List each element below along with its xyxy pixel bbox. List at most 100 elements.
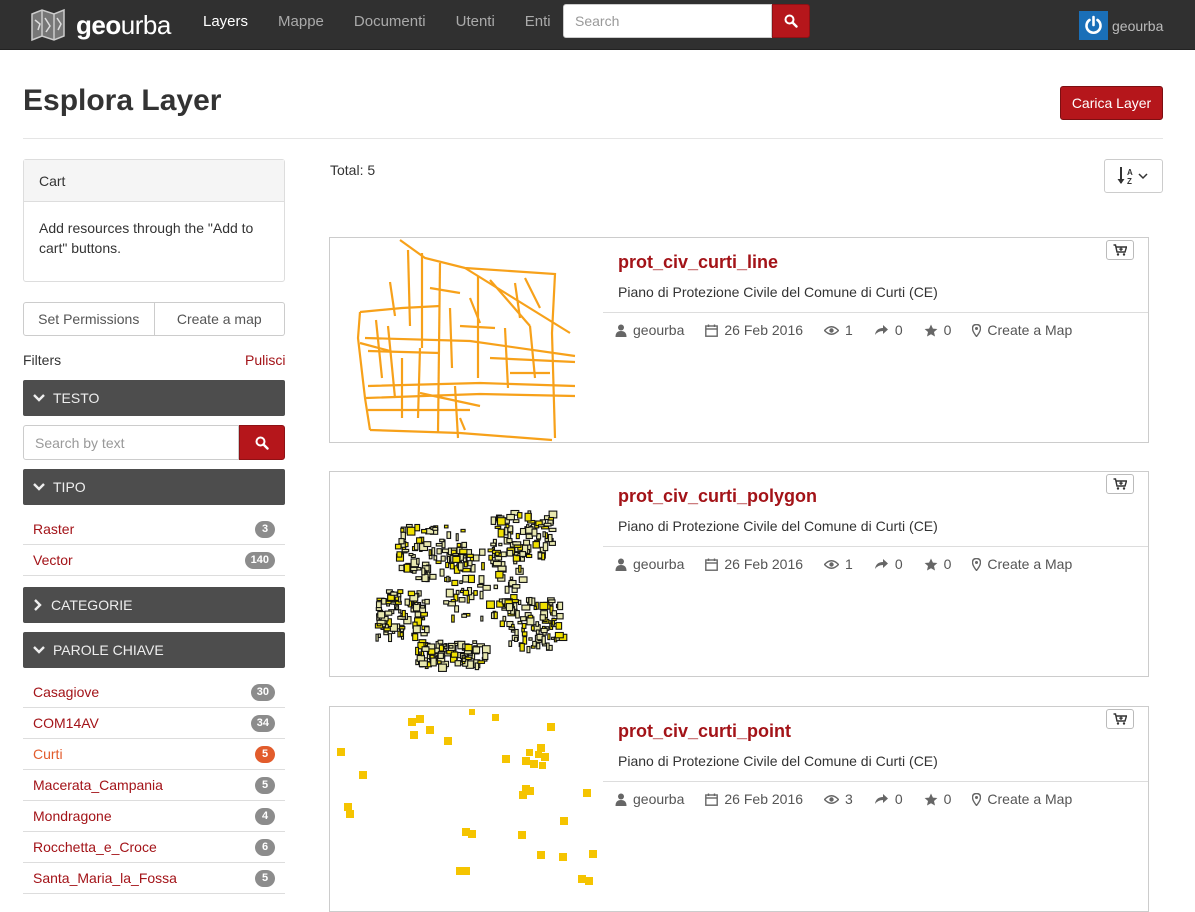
text-search — [23, 425, 285, 460]
facet-item-label: COM14AV — [33, 715, 99, 731]
point-map-thumbnail — [337, 709, 597, 885]
chevron-down-icon — [33, 646, 45, 654]
add-to-cart-button[interactable] — [1106, 474, 1134, 494]
facet-item-label: Mondragone — [33, 808, 112, 824]
layer-thumbnail[interactable] — [330, 707, 602, 911]
count-badge: 5 — [255, 776, 275, 794]
cart-plus-icon — [1113, 713, 1127, 725]
map-marker-icon — [972, 557, 982, 571]
svg-text:Z: Z — [1127, 177, 1132, 186]
chevron-right-icon — [34, 599, 42, 611]
brand-logo[interactable]: geourba — [30, 8, 171, 42]
keyword-item[interactable]: Casagiove 30 — [23, 677, 285, 708]
facet-item-label: Vector — [33, 552, 73, 568]
add-to-cart-button[interactable] — [1106, 240, 1134, 260]
layer-meta: geourba 26 Feb 2016 1 0 0 Create a Map — [615, 322, 1093, 338]
layer-meta: geourba 26 Feb 2016 1 0 0 Create a Map — [615, 556, 1093, 572]
cart-plus-icon — [1113, 244, 1127, 256]
facet-keywords-header[interactable]: PAROLE CHIAVE — [23, 632, 285, 668]
search-button[interactable] — [772, 4, 810, 38]
owner-link[interactable]: geourba — [633, 322, 684, 338]
owner-link[interactable]: geourba — [633, 556, 684, 572]
facet-item-label: Casagiove — [33, 684, 100, 700]
polygon-map-thumbnail — [374, 509, 568, 672]
chevron-down-icon — [33, 483, 45, 491]
brand-name-rest: urba — [120, 9, 172, 40]
divider — [603, 546, 1148, 547]
keyword-item[interactable]: COM14AV 34 — [23, 708, 285, 739]
layer-title-link[interactable]: prot_civ_curti_point — [618, 721, 791, 742]
count-badge: 5 — [255, 869, 275, 887]
calendar-icon — [705, 558, 719, 571]
nav-layers[interactable]: Layers — [188, 0, 263, 44]
facet-text-label: TESTO — [53, 390, 100, 406]
text-search-button[interactable] — [239, 425, 285, 460]
publish-date: 26 Feb 2016 — [724, 322, 804, 338]
facet-type-header[interactable]: TIPO — [23, 469, 285, 505]
view-count: 1 — [845, 556, 853, 572]
nav-enti[interactable]: Enti — [510, 0, 566, 44]
facet-categories-header[interactable]: CATEGORIE — [23, 587, 285, 623]
map-marker-icon — [972, 323, 982, 337]
svg-text:A: A — [1127, 168, 1133, 177]
bulk-actions: Set Permissions Create a map — [23, 302, 285, 336]
nav-documenti[interactable]: Documenti — [339, 0, 441, 44]
facet-item-label: Raster — [33, 521, 75, 537]
type-item-vector[interactable]: Vector 140 — [23, 545, 285, 576]
create-map-link[interactable]: Create a Map — [987, 791, 1072, 807]
owner-link[interactable]: geourba — [633, 791, 684, 807]
star-icon — [924, 324, 938, 336]
layer-thumbnail[interactable] — [330, 472, 602, 676]
results-total: Total: 5 — [330, 162, 376, 178]
layer-title-link[interactable]: prot_civ_curti_line — [618, 252, 778, 273]
type-list: Raster 3 Vector 140 — [23, 514, 285, 576]
keyword-item-active[interactable]: Curti 5 — [23, 739, 285, 770]
count-badge: 4 — [255, 807, 275, 825]
nav-utenti[interactable]: Utenti — [441, 0, 510, 44]
facet-categories-label: CATEGORIE — [51, 597, 133, 613]
chevron-down-icon — [33, 394, 45, 402]
page-title: Esplora Layer — [23, 84, 222, 117]
cart-panel: Cart Add resources through the "Add to c… — [23, 159, 285, 282]
keyword-list: Casagiove 30 COM14AV 34 Curti 5 Macerata… — [23, 677, 285, 894]
sort-button[interactable]: A Z — [1104, 159, 1163, 193]
keyword-item[interactable]: Rocchetta_e_Croce 6 — [23, 832, 285, 863]
layer-card: prot_civ_curti_line Piano di Protezione … — [329, 237, 1149, 443]
keyword-item[interactable]: Macerata_Campania 5 — [23, 770, 285, 801]
count-badge: 34 — [250, 714, 275, 732]
keyword-item[interactable]: Mondragone 4 — [23, 801, 285, 832]
search-icon — [784, 14, 798, 28]
text-search-input[interactable] — [23, 425, 239, 460]
cart-title: Cart — [24, 160, 284, 202]
map-logo-icon — [31, 8, 65, 42]
search-input[interactable] — [563, 4, 772, 38]
type-item-raster[interactable]: Raster 3 — [23, 514, 285, 545]
user-name: geourba — [1112, 17, 1164, 34]
star-icon — [924, 558, 938, 570]
avatar — [1079, 11, 1108, 40]
layer-abstract: Piano di Protezione Civile del Comune di… — [618, 284, 938, 300]
set-permissions-button[interactable]: Set Permissions — [23, 302, 155, 336]
clear-filters-link[interactable]: Pulisci — [245, 352, 285, 368]
nav-mappe[interactable]: Mappe — [263, 0, 339, 44]
layer-title-link[interactable]: prot_civ_curti_polygon — [618, 486, 817, 507]
brand-name-bold: geo — [76, 9, 121, 40]
create-map-button[interactable]: Create a map — [154, 302, 285, 336]
layer-thumbnail[interactable] — [330, 238, 602, 442]
view-count: 3 — [845, 791, 853, 807]
rating-count: 0 — [943, 556, 952, 572]
line-map-thumbnail — [356, 239, 576, 442]
upload-layer-button[interactable]: Carica Layer — [1060, 86, 1163, 120]
add-to-cart-button[interactable] — [1106, 709, 1134, 729]
facet-keywords-label: PAROLE CHIAVE — [53, 642, 164, 658]
divider — [23, 138, 1163, 139]
share-icon — [874, 794, 888, 804]
count-badge: 5 — [255, 745, 275, 763]
facet-text-header[interactable]: TESTO — [23, 380, 285, 416]
calendar-icon — [705, 793, 719, 806]
layer-card: prot_civ_curti_point Piano di Protezione… — [329, 706, 1149, 912]
keyword-item[interactable]: Santa_Maria_la_Fossa 5 — [23, 863, 285, 894]
user-menu[interactable]: geourba — [1079, 11, 1163, 40]
create-map-link[interactable]: Create a Map — [987, 556, 1072, 572]
create-map-link[interactable]: Create a Map — [987, 322, 1072, 338]
